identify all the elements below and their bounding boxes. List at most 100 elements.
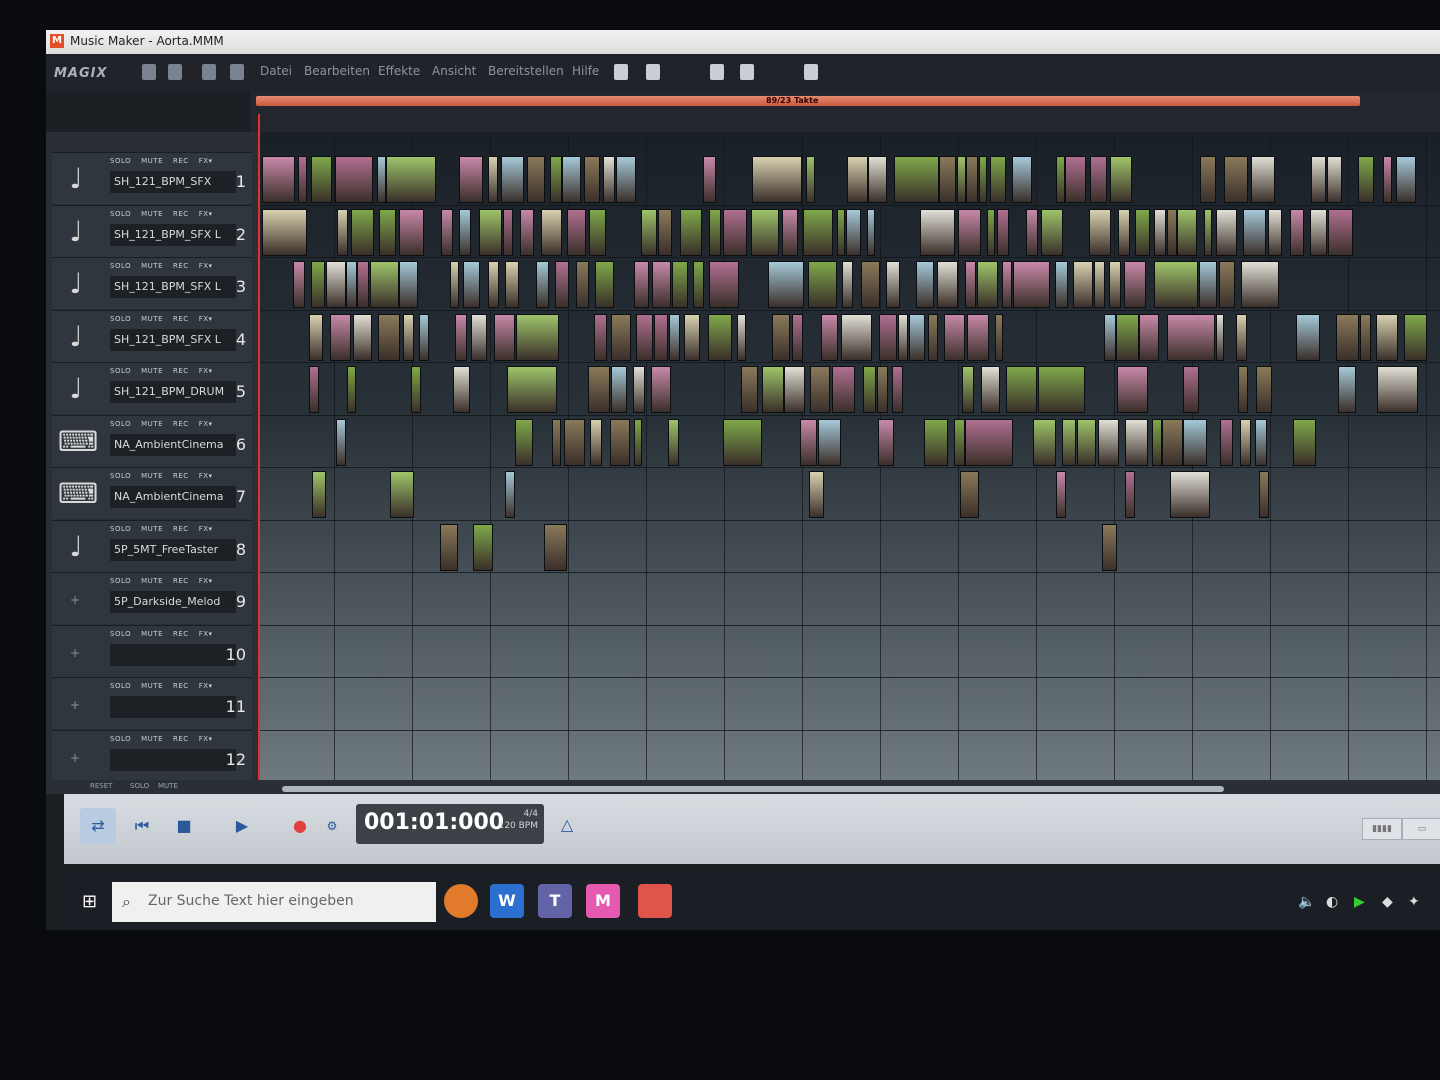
track-header[interactable]: ⌨ SOLO MUTE REC FX▾ NA_AmbientCinema 7	[52, 467, 252, 519]
horizontal-scrollbar[interactable]	[282, 786, 1224, 792]
app-icon[interactable]	[638, 884, 672, 918]
audio-clip[interactable]	[616, 156, 636, 203]
audio-clip[interactable]	[1038, 366, 1085, 413]
audio-clip[interactable]	[886, 261, 900, 308]
mute-all-button[interactable]: MUTE	[158, 782, 178, 790]
loop-mode-icon[interactable]	[646, 64, 660, 80]
audio-clip[interactable]	[672, 261, 688, 308]
time-display[interactable]: 001:01:000 4/4 120 BPM	[356, 804, 544, 844]
solo-button[interactable]: SOLO	[110, 525, 131, 533]
audio-clip[interactable]	[806, 156, 815, 203]
audio-clip[interactable]	[1377, 366, 1418, 413]
fx-button[interactable]: FX▾	[199, 735, 213, 743]
track-header[interactable]: ♩ SOLO MUTE REC FX▾ 5P_5MT_FreeTaster 8	[52, 519, 252, 572]
menu-bearbeiten[interactable]: Bearbeiten	[304, 64, 370, 78]
arranger-view-icon[interactable]: ▮▮▮▮	[1362, 818, 1402, 840]
audio-clip[interactable]	[1002, 261, 1012, 308]
audio-clip[interactable]	[1396, 156, 1416, 203]
audio-clip[interactable]	[1358, 156, 1374, 203]
audio-clip[interactable]	[594, 314, 607, 361]
audio-clip[interactable]	[1162, 419, 1183, 466]
audio-clip[interactable]	[636, 314, 653, 361]
audio-clip[interactable]	[1013, 261, 1050, 308]
rec-button[interactable]: REC	[173, 367, 189, 375]
track-header[interactable]: + SOLO MUTE REC FX▾ 12	[52, 729, 252, 782]
record-settings-icon[interactable]: ⚙	[314, 808, 350, 844]
rewind-icon[interactable]: ⏮	[124, 808, 160, 844]
audio-clip[interactable]	[576, 261, 589, 308]
audio-clip[interactable]	[312, 471, 326, 518]
music-maker-icon[interactable]: M	[586, 884, 620, 918]
audio-clip[interactable]	[1255, 419, 1267, 466]
audio-clip[interactable]	[1336, 314, 1359, 361]
rec-button[interactable]: REC	[173, 682, 189, 690]
audio-clip[interactable]	[337, 209, 348, 256]
audio-clip[interactable]	[658, 209, 672, 256]
audio-clip[interactable]	[527, 156, 545, 203]
audio-clip[interactable]	[399, 209, 424, 256]
audio-clip[interactable]	[680, 209, 702, 256]
mute-button[interactable]: MUTE	[141, 472, 163, 480]
audio-clip[interactable]	[633, 366, 645, 413]
audio-clip[interactable]	[652, 261, 671, 308]
audio-clip[interactable]	[503, 209, 513, 256]
track-name[interactable]	[110, 696, 236, 718]
audio-clip[interactable]	[928, 314, 938, 361]
audio-clip[interactable]	[507, 366, 557, 413]
audio-clip[interactable]	[1311, 156, 1326, 203]
solo-button[interactable]: SOLO	[110, 420, 131, 428]
audio-clip[interactable]	[378, 314, 400, 361]
audio-clip[interactable]	[1012, 156, 1032, 203]
audio-clip[interactable]	[450, 261, 459, 308]
audio-clip[interactable]	[1026, 209, 1038, 256]
track-name[interactable]	[110, 748, 236, 771]
audio-clip[interactable]	[1383, 156, 1392, 203]
audio-clip[interactable]	[1199, 261, 1217, 308]
audio-clip[interactable]	[821, 314, 838, 361]
track-header[interactable]: ♩ SOLO MUTE REC FX▾ SH_121_BPM_SFX L2	[52, 204, 252, 257]
audio-clip[interactable]	[861, 261, 880, 308]
audio-clip[interactable]	[909, 314, 925, 361]
audio-clip[interactable]	[1041, 209, 1063, 256]
audio-clip[interactable]	[1241, 261, 1279, 308]
audio-clip[interactable]	[1296, 314, 1320, 361]
track-name[interactable]: NA_AmbientCinema	[110, 486, 236, 508]
track-header[interactable]: ♩ SOLO MUTE REC FX▾ SH_121_BPM_SFX L4	[52, 309, 252, 362]
audio-clip[interactable]	[877, 366, 888, 413]
audio-clip[interactable]	[335, 156, 373, 203]
fx-button[interactable]: FX▾	[199, 630, 213, 638]
rec-button[interactable]: REC	[173, 210, 189, 218]
audio-clip[interactable]	[1376, 314, 1398, 361]
audio-clip[interactable]	[346, 261, 357, 308]
rec-button[interactable]: REC	[173, 157, 189, 165]
audio-clip[interactable]	[1183, 419, 1207, 466]
fx-button[interactable]: FX▾	[199, 315, 213, 323]
audio-clip[interactable]	[555, 261, 569, 308]
audio-clip[interactable]	[520, 209, 534, 256]
firefox-icon[interactable]	[444, 884, 478, 918]
audio-clip[interactable]	[792, 314, 803, 361]
mute-button[interactable]: MUTE	[141, 262, 163, 270]
audio-clip[interactable]	[960, 471, 979, 518]
audio-clip[interactable]	[550, 156, 562, 203]
audio-clip[interactable]	[411, 366, 421, 413]
fx-button[interactable]: FX▾	[199, 210, 213, 218]
track-name[interactable]	[110, 643, 236, 666]
audio-clip[interactable]	[463, 261, 480, 308]
audio-clip[interactable]	[809, 471, 824, 518]
mute-button[interactable]: MUTE	[141, 420, 163, 428]
audio-clip[interactable]	[567, 209, 586, 256]
audio-clip[interactable]	[564, 419, 585, 466]
audio-clip[interactable]	[1327, 156, 1342, 203]
track-header[interactable]: + SOLO MUTE REC FX▾ 11	[52, 677, 252, 729]
note-icon[interactable]: ♩	[58, 161, 94, 197]
mute-button[interactable]: MUTE	[141, 315, 163, 323]
audio-clip[interactable]	[552, 419, 561, 466]
solo-button[interactable]: SOLO	[110, 367, 131, 375]
audio-clip[interactable]	[967, 314, 989, 361]
audio-clip[interactable]	[473, 524, 493, 571]
audio-clip[interactable]	[419, 314, 429, 361]
menu-datei[interactable]: Datei	[260, 64, 292, 78]
fx-button[interactable]: FX▾	[199, 682, 213, 690]
rec-button[interactable]: REC	[173, 577, 189, 585]
